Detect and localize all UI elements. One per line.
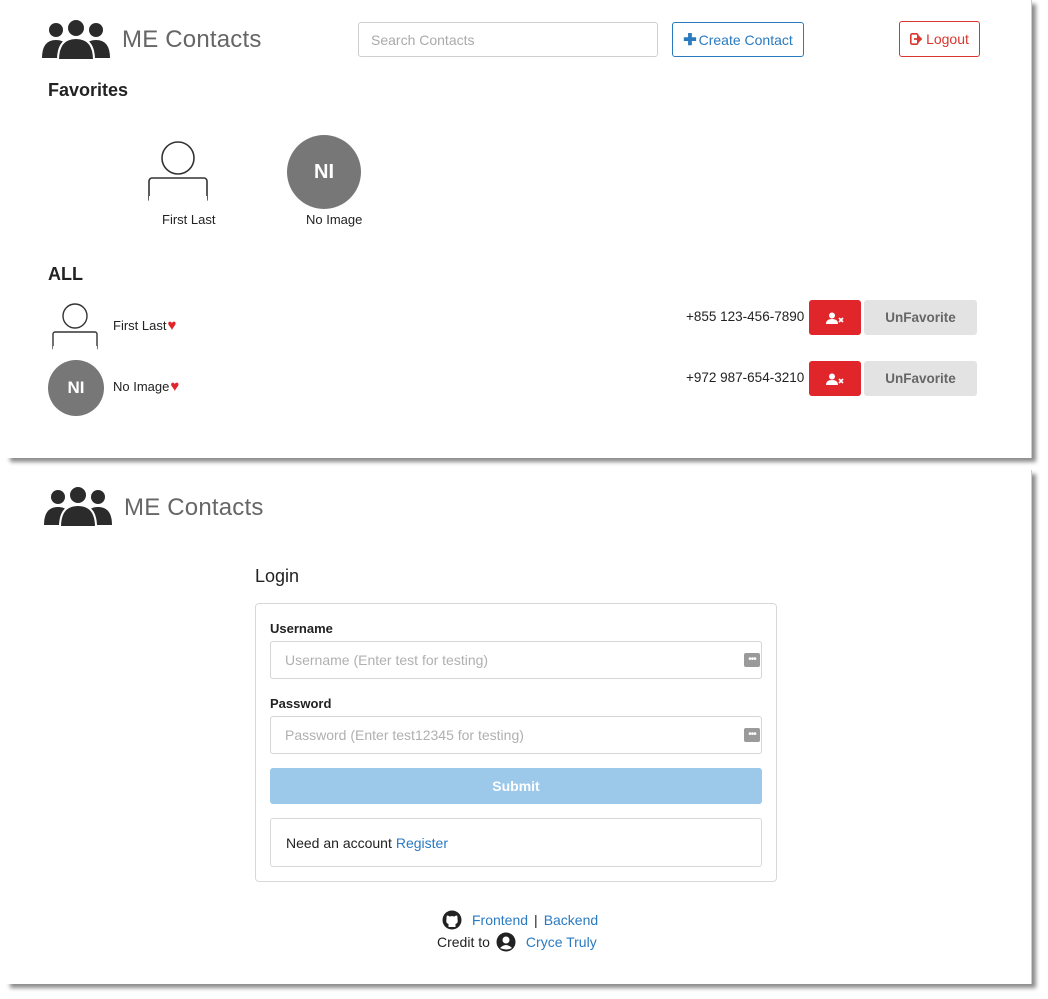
github-icon (442, 910, 462, 930)
password-input[interactable] (270, 716, 762, 754)
password-manager-icon: ••• (744, 653, 760, 667)
contacts-panel: ME Contacts ✚ Create Contact Logout Favo… (6, 0, 1032, 458)
plus-icon: ✚ (683, 31, 697, 49)
delete-contact-button[interactable] (809, 361, 861, 396)
credit-link[interactable]: Cryce Truly (526, 934, 597, 950)
link-separator: | (534, 912, 538, 928)
sign-out-icon (910, 33, 923, 45)
credit-line: Credit to Cryce Truly (437, 932, 597, 952)
person-outline-icon (52, 303, 98, 352)
create-contact-button[interactable]: ✚ Create Contact (672, 22, 804, 57)
favorites-heading: Favorites (48, 80, 129, 100)
users-group-icon (44, 485, 112, 527)
login-heading: Login (255, 566, 300, 586)
person-outline-icon (148, 141, 208, 204)
contact-phone: +972 987-654-3210 (686, 370, 805, 385)
delete-contact-button[interactable] (809, 300, 861, 335)
initials-avatar: NI (48, 360, 104, 416)
user-circle-icon (496, 932, 516, 952)
contact-phone: +855 123-456-7890 (686, 309, 805, 324)
need-account-text: Need an account (286, 834, 392, 851)
unfavorite-button[interactable]: UnFavorite (864, 300, 977, 335)
register-link[interactable]: Register (396, 835, 448, 851)
username-input[interactable] (270, 641, 762, 679)
logout-button[interactable]: Logout (899, 21, 980, 57)
favorite-name: First Last (162, 212, 216, 227)
backend-link[interactable]: Backend (544, 912, 598, 928)
contact-name[interactable]: First Last ♥ (113, 318, 176, 333)
user-times-icon (826, 312, 844, 324)
credit-text: Credit to (437, 934, 490, 950)
heart-icon: ♥ (170, 378, 180, 395)
contact-row: NI No Image ♥ +972 987-654-3210 UnFavori… (6, 358, 1032, 416)
login-form: Username ••• Password ••• Submit Need an… (255, 603, 777, 882)
password-manager-icon: ••• (744, 728, 760, 742)
favorite-card[interactable]: First Last (144, 134, 234, 230)
app-title: ME Contacts (122, 26, 262, 53)
initials-avatar: NI (287, 135, 361, 209)
register-prompt: Need an account Register (270, 818, 762, 867)
search-input[interactable] (358, 22, 658, 57)
heart-icon: ♥ (167, 317, 177, 334)
user-times-icon (826, 373, 844, 385)
contact-name-text: First Last (113, 318, 167, 333)
submit-button[interactable]: Submit (270, 768, 762, 804)
contact-name[interactable]: No Image ♥ (113, 379, 179, 394)
favorite-card[interactable]: NI No Image (286, 134, 376, 230)
logout-label: Logout (926, 31, 969, 47)
password-label: Password (270, 696, 332, 711)
login-panel: ME Contacts Login Username ••• Password … (6, 470, 1032, 984)
frontend-link[interactable]: Frontend (472, 912, 528, 928)
contact-row: First Last ♥ +855 123-456-7890 UnFavorit… (6, 298, 1032, 354)
app-title: ME Contacts (124, 494, 264, 521)
unfavorite-button[interactable]: UnFavorite (864, 361, 977, 396)
users-group-icon (42, 18, 110, 60)
source-links: Frontend | Backend (442, 910, 598, 930)
username-label: Username (270, 621, 333, 636)
favorite-name: No Image (306, 212, 363, 227)
contact-name-text: No Image (113, 379, 170, 394)
create-contact-label: Create Contact (698, 31, 793, 48)
all-heading: ALL (48, 264, 83, 284)
